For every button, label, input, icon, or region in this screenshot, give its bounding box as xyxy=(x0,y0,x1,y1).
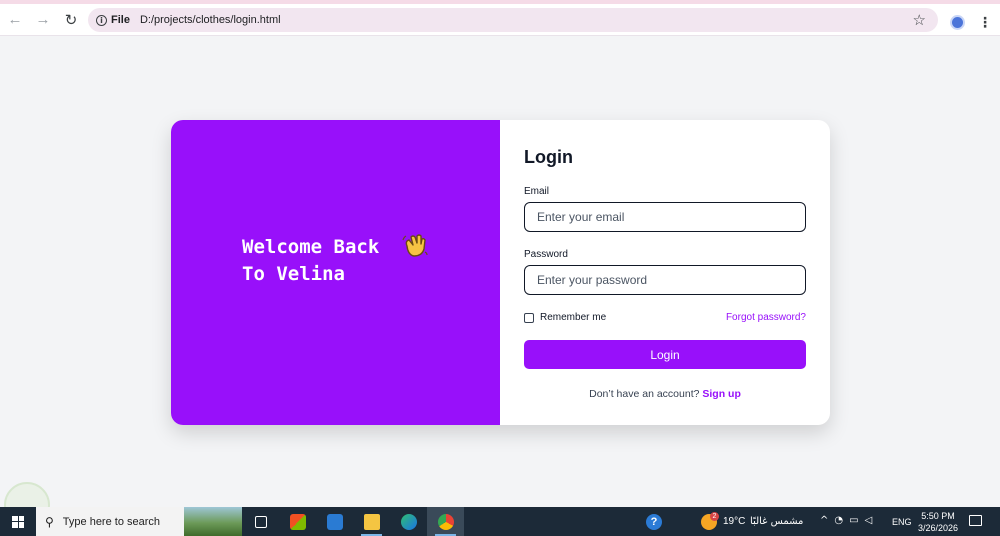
temperature[interactable]: 19°C xyxy=(723,516,745,527)
bookmark-star-icon[interactable]: ☆ xyxy=(913,11,926,29)
store-button[interactable] xyxy=(279,507,316,536)
file-explorer-button[interactable] xyxy=(353,507,390,536)
login-form-panel: Login Email Password Remember me Forgot … xyxy=(500,120,830,425)
clock[interactable]: 5:50 PM 3/26/2026 xyxy=(915,510,961,534)
arrow-left-icon: ← xyxy=(7,11,23,28)
language-indicator[interactable]: ENG xyxy=(892,517,912,527)
remember-checkbox[interactable] xyxy=(524,312,534,323)
battery-icon[interactable]: ▭ xyxy=(849,515,864,526)
reload-icon: ↻ xyxy=(64,11,78,29)
forgot-password-link[interactable]: Forgot password? xyxy=(726,312,806,323)
taskbar-search[interactable]: ⚲ Type here to search xyxy=(36,507,242,536)
windows-logo-icon xyxy=(12,515,24,528)
system-tray-icons[interactable]: ^◔▭◁ xyxy=(820,515,878,526)
login-card: Welcome Back To Velina Login Email Passw… xyxy=(171,120,830,425)
chevron-up-icon[interactable]: ^ xyxy=(820,515,834,526)
signup-line: Don’t have an account? Sign up xyxy=(500,388,830,400)
weather-badge: 2 xyxy=(710,512,719,521)
info-icon[interactable]: i xyxy=(96,14,107,26)
scheme-chip: File xyxy=(111,14,130,26)
profile-avatar-icon[interactable] xyxy=(950,15,965,30)
mail-icon xyxy=(326,513,343,530)
task-view-icon xyxy=(254,515,267,528)
volume-icon[interactable]: ◁ xyxy=(865,515,879,526)
signup-link[interactable]: Sign up xyxy=(702,388,741,400)
task-view-button[interactable] xyxy=(242,507,279,536)
forward-button[interactable]: → xyxy=(30,7,56,33)
browser-toolbar: ← → ↻ i File D:/projects/clothes/login.h… xyxy=(0,4,1000,36)
store-icon xyxy=(289,513,306,530)
search-highlight-image xyxy=(184,507,242,536)
edge-button[interactable] xyxy=(390,507,427,536)
password-label: Password xyxy=(524,249,568,260)
edge-browser-icon xyxy=(400,513,417,530)
arrow-right-icon: → xyxy=(35,11,51,28)
login-button[interactable]: Login xyxy=(524,340,806,369)
email-field[interactable] xyxy=(524,202,806,232)
clock-date: 3/26/2026 xyxy=(917,523,959,533)
signup-prompt: Don’t have an account? xyxy=(589,388,700,400)
weather-description[interactable]: مشمس غالبًا xyxy=(750,516,803,527)
email-label: Email xyxy=(524,186,550,197)
chrome-browser-icon xyxy=(437,513,454,530)
reload-button[interactable]: ↻ xyxy=(58,7,84,33)
waving-hand-icon xyxy=(402,234,428,257)
start-button[interactable] xyxy=(0,507,36,536)
welcome-heading: Welcome Back To Velina xyxy=(242,236,380,285)
url-text[interactable]: D:/projects/clothes/login.html xyxy=(140,14,281,26)
folder-icon xyxy=(363,513,380,530)
help-icon[interactable]: ? xyxy=(646,514,662,530)
notifications-icon[interactable] xyxy=(969,515,982,526)
search-placeholder: Type here to search xyxy=(62,515,161,528)
remember-me[interactable]: Remember me xyxy=(524,312,606,323)
network-icon[interactable]: ◔ xyxy=(834,515,849,526)
remember-label: Remember me xyxy=(540,312,607,323)
kebab-menu-icon[interactable]: ⋮ xyxy=(978,14,992,31)
search-icon: ⚲ xyxy=(45,514,54,529)
taskbar: ⚲ Type here to search ? 2 19°C مشمس غالب… xyxy=(0,507,1000,536)
welcome-panel: Welcome Back To Velina xyxy=(171,120,500,425)
mail-button[interactable] xyxy=(316,507,353,536)
clock-time: 5:50 PM xyxy=(921,511,955,521)
password-field[interactable] xyxy=(524,265,806,295)
back-button[interactable]: ← xyxy=(2,7,28,33)
form-title: Login xyxy=(524,147,573,167)
address-bar[interactable]: i File D:/projects/clothes/login.html ☆ xyxy=(88,8,938,32)
chrome-button[interactable] xyxy=(427,507,464,536)
